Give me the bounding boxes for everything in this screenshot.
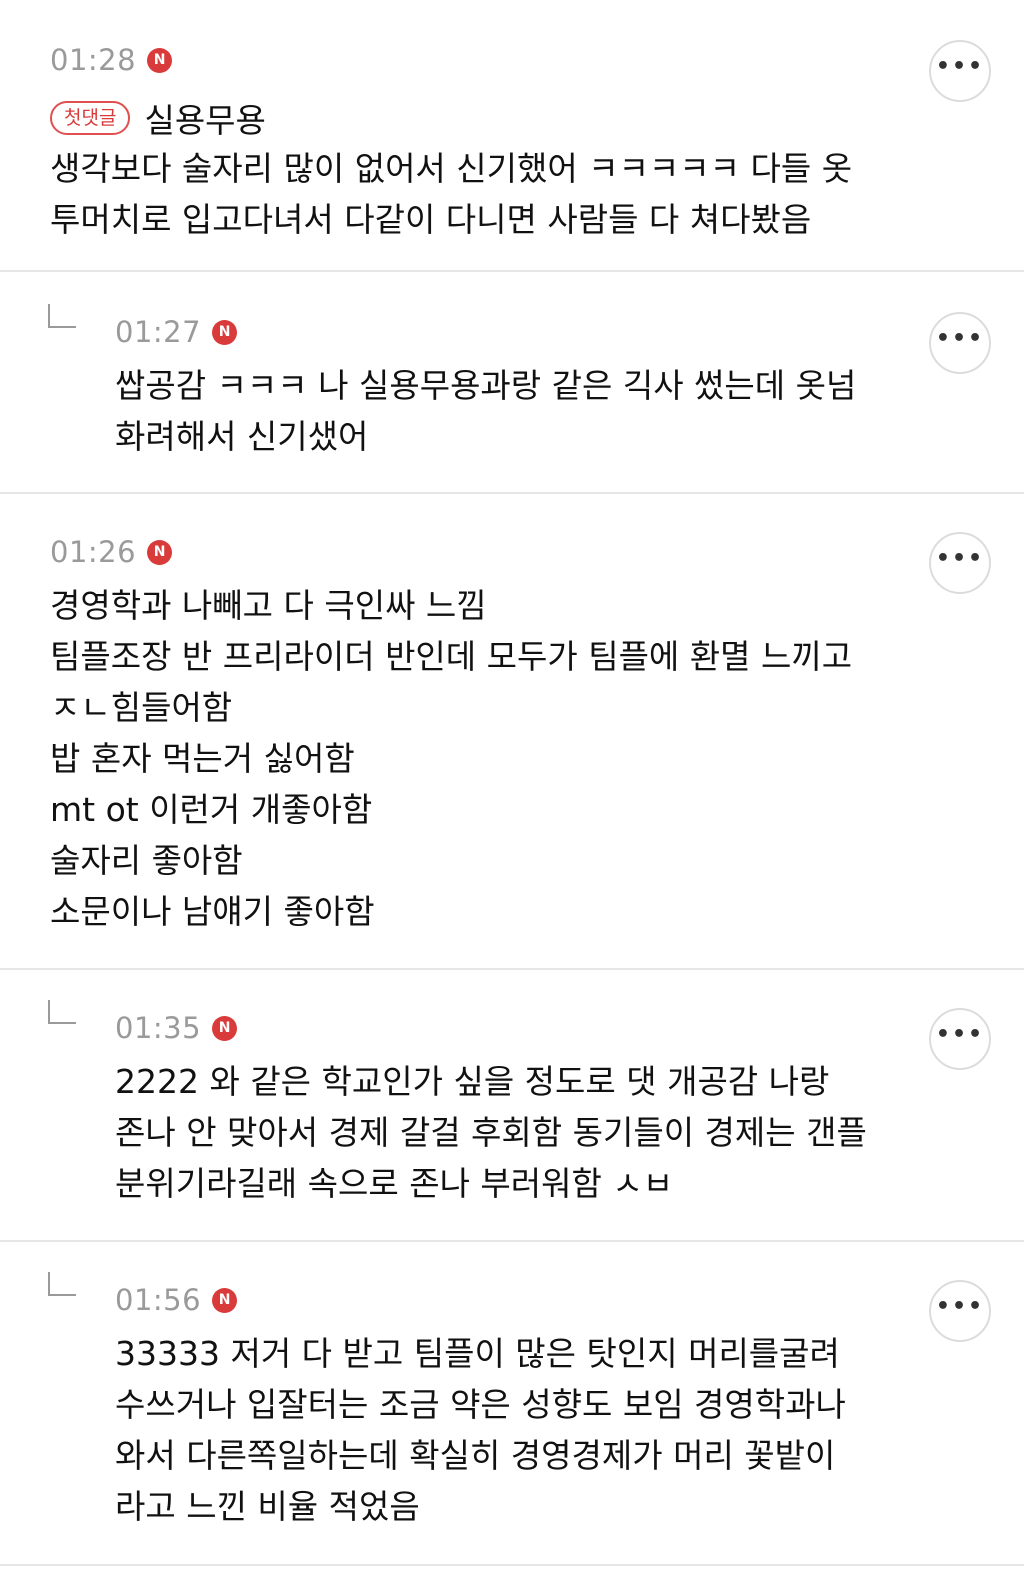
comment-first-line: 첫댓글 실용무용: [50, 92, 904, 143]
comment-item: 01:26 N 경영학과 나빼고 다 극인싸 느낌 팀플조장 반 프리라이더 반…: [0, 494, 1024, 970]
reply-arrow-icon: [48, 1000, 76, 1024]
comment-meta: 01:35 N: [115, 1008, 867, 1048]
reply-item: 01:56 N 33333 저거 다 받고 팀플이 많은 탓인지 머리를굴려 수…: [0, 1242, 1024, 1566]
new-badge: N: [212, 1015, 238, 1041]
comment-item: 01:28 N 첫댓글 실용무용 생각보다 술자리 많이 없어서 신기했어 ㅋㅋ…: [0, 0, 1024, 272]
comment-body: 33333 저거 다 받고 팀플이 많은 탓인지 머리를굴려 수쓰거나 입잘터는…: [115, 1334, 846, 1526]
new-badge: N: [147, 47, 173, 73]
comment-meta: 01:27 N: [115, 312, 856, 352]
comment-meta: 01:28 N: [50, 40, 904, 80]
reply-item: 01:35 N 2222 와 같은 학교인가 싶을 정도로 댓 개공감 나랑 존…: [0, 970, 1024, 1242]
more-icon: •••: [935, 1022, 985, 1047]
new-badge: N: [212, 1287, 238, 1313]
comment-time: 01:26: [50, 535, 137, 569]
more-options-button[interactable]: •••: [929, 312, 991, 374]
reply-arrow-icon: [48, 1272, 76, 1296]
comment-time: 01:27: [115, 315, 202, 349]
comment-body: 생각보다 술자리 많이 없어서 신기했어 ㅋㅋㅋㅋㅋ 다들 옷 투머치로 입고다…: [50, 149, 853, 239]
more-icon: •••: [935, 54, 985, 79]
first-comment-badge: 첫댓글: [50, 100, 131, 135]
more-icon: •••: [935, 326, 985, 351]
more-icon: •••: [935, 546, 985, 571]
comment-body: 경영학과 나빼고 다 극인싸 느낌 팀플조장 반 프리라이더 반인데 모두가 팀…: [50, 586, 853, 931]
comment-first-text: 실용무용: [144, 100, 266, 140]
comment-meta: 01:56 N: [115, 1280, 846, 1320]
comment-meta: 01:26 N: [50, 532, 852, 572]
more-options-button[interactable]: •••: [929, 1280, 991, 1342]
reply-arrow-icon: [48, 304, 76, 328]
new-badge: N: [147, 539, 173, 565]
comment-body: 쌉공감 ㅋㅋㅋ 나 실용무용과랑 같은 긱사 썼는데 옷넘 화려해서 신기샜어: [115, 366, 857, 456]
more-options-button[interactable]: •••: [929, 1008, 991, 1070]
comment-time: 01:56: [115, 1283, 202, 1317]
new-badge: N: [212, 319, 238, 345]
comment-time: 01:28: [50, 43, 137, 77]
more-options-button[interactable]: •••: [929, 40, 991, 102]
comment-body: 2222 와 같은 학교인가 싶을 정도로 댓 개공감 나랑 존나 안 맞아서 …: [115, 1062, 867, 1203]
more-options-button[interactable]: •••: [929, 532, 991, 594]
reply-item: 01:27 N 쌉공감 ㅋㅋㅋ 나 실용무용과랑 같은 긱사 썼는데 옷넘 화려…: [0, 274, 1024, 494]
more-icon: •••: [935, 1294, 985, 1319]
comment-time: 01:35: [115, 1011, 202, 1045]
